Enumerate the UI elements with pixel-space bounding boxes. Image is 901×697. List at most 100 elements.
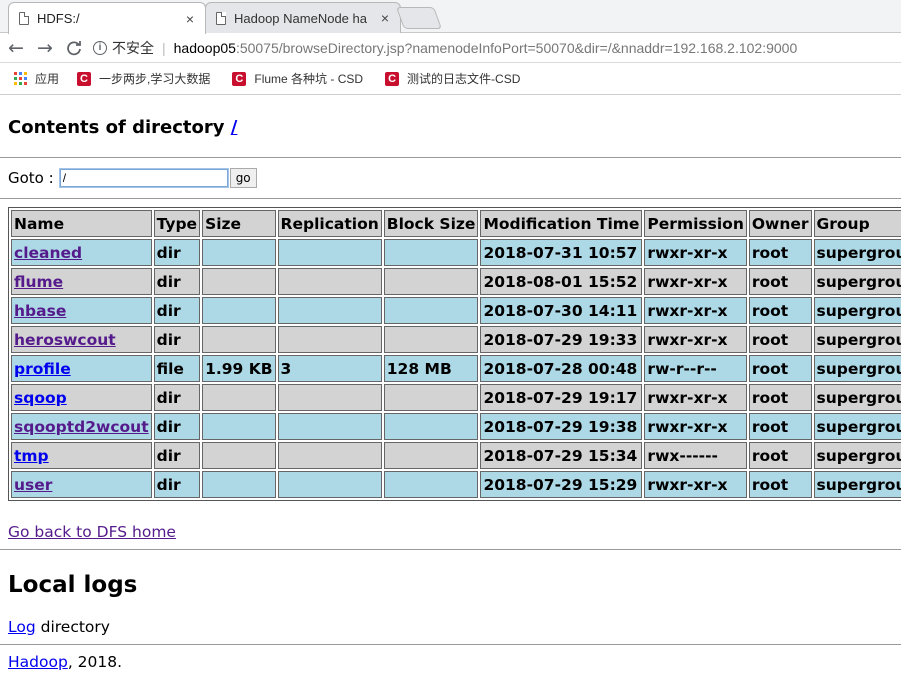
divider: | [162,39,166,56]
root-directory-link[interactable]: / [231,117,238,138]
column-header: Type [153,210,201,237]
group-cell: supergroup [813,326,901,353]
tab-hdfs[interactable]: HDFS:/ × [8,2,206,34]
owner-cell: root [748,326,812,353]
block-size-cell [383,268,479,295]
security-label[interactable]: 不安全 [112,38,154,58]
type-cell: dir [153,268,201,295]
type-cell: dir [153,239,201,266]
group-cell: supergroup [813,471,901,498]
back-button[interactable]: ← [3,35,29,61]
column-header: Size [202,210,276,237]
csdn-icon: C [77,71,92,86]
close-tab-icon[interactable]: × [183,11,197,27]
table-row: sqoop dir 2018-07-29 19:17 rwxr-xr-x root sup… [11,384,901,411]
replication-cell [277,326,382,353]
column-header: Replication [277,210,382,237]
type-cell: dir [153,384,201,411]
log-text: directory [35,618,110,636]
column-header: Owner [748,210,812,237]
table-row: sqooptd2wcout dir 2018-07-29 19:38 rwxr-xr-… [11,413,901,440]
apps-icon [14,72,27,85]
entry-link[interactable]: cleaned [14,244,82,262]
reload-button[interactable] [61,35,87,61]
column-header: Group [813,210,901,237]
size-cell [202,413,276,440]
footer-text: , 2018. [67,653,123,671]
table-row: user dir 2018-07-29 15:29 rwxr-xr-x root supe… [11,471,901,498]
permission-cell: rwx------ [644,442,747,469]
divider [0,549,901,550]
browser-toolbar: ← → i 不安全 | hadoop05:50075/browseDirecto… [0,33,901,63]
new-tab-button[interactable] [395,7,443,29]
name-cell: hbase [11,297,152,324]
type-cell: dir [153,471,201,498]
go-button[interactable]: go [229,168,257,188]
tab-namenode[interactable]: Hadoop NameNode ha × [205,2,401,33]
goto-input[interactable] [58,168,229,188]
size-cell [202,268,276,295]
column-header: Block Size [383,210,479,237]
name-cell: cleaned [11,239,152,266]
column-header: Name [11,210,152,237]
entry-link[interactable]: flume [14,273,63,291]
bookmark-2[interactable]: C Flume 各种坑 - CSD [232,70,363,87]
tab-title: Hadoop NameNode ha [234,10,367,26]
owner-cell: root [748,239,812,266]
block-size-cell [383,442,479,469]
permission-cell: rwxr-xr-x [644,297,747,324]
type-cell: file [153,355,201,382]
replication-cell [277,268,382,295]
bookmark-3[interactable]: C 测试的日志文件-CSD [385,70,520,87]
permission-cell: rwxr-xr-x [644,471,747,498]
entry-link[interactable]: heroswcout [14,331,116,349]
url-path: :50075/browseDirectory.jsp?namenodeInfoP… [235,39,798,56]
page-content: Contents of directory / Goto : go Name T… [0,117,901,671]
block-size-cell [383,413,479,440]
entry-link[interactable]: profile [14,360,71,378]
hadoop-link[interactable]: Hadoop [8,653,68,671]
permission-cell: rwxr-xr-x [644,268,747,295]
block-size-cell [383,326,479,353]
mtime-cell: 2018-07-31 10:57 [480,239,643,266]
entry-link[interactable]: sqooptd2wcout [14,418,149,436]
replication-cell [277,239,382,266]
log-line: Log directory [8,618,901,636]
owner-cell: root [748,471,812,498]
block-size-cell [383,239,479,266]
info-icon[interactable]: i [93,40,107,55]
size-cell [202,239,276,266]
dfs-home-link[interactable]: Go back to DFS home [8,523,176,541]
owner-cell: root [748,413,812,440]
close-tab-icon[interactable]: × [378,10,392,26]
entry-link[interactable]: tmp [14,447,49,465]
footer: Hadoop, 2018. [8,653,901,671]
group-cell: supergroup [813,268,901,295]
size-cell [202,384,276,411]
mtime-cell: 2018-07-29 19:38 [480,413,643,440]
divider [0,644,901,645]
entry-link[interactable]: user [14,476,52,494]
bookmarks-bar: 应用 C 一步两步,学习大数据 C Flume 各种坑 - CSD C 测试的日… [0,63,901,95]
column-header: Permission [644,210,747,237]
name-cell: user [11,471,152,498]
table-header-row: Name Type Size Replication Block Size Mo… [11,210,901,237]
size-cell [202,326,276,353]
forward-button[interactable]: → [32,35,58,61]
replication-cell [277,413,382,440]
bookmark-apps[interactable]: 应用 [14,70,59,87]
owner-cell: root [748,297,812,324]
bookmark-1[interactable]: C 一步两步,学习大数据 [77,70,210,87]
directory-table: Name Type Size Replication Block Size Mo… [8,207,901,501]
table-row: flume dir 2018-08-01 15:52 rwxr-xr-x root sup… [11,268,901,295]
mtime-cell: 2018-08-01 15:52 [480,268,643,295]
address-bar[interactable]: i 不安全 | hadoop05:50075/browseDirectory.j… [93,35,797,61]
name-cell: heroswcout [11,326,152,353]
mtime-cell: 2018-07-29 15:34 [480,442,643,469]
group-cell: supergroup [813,384,901,411]
entry-link[interactable]: hbase [14,302,66,320]
replication-cell [277,442,382,469]
log-link[interactable]: Log [8,618,36,636]
goto-label: Goto : [8,169,54,187]
entry-link[interactable]: sqoop [14,389,67,407]
